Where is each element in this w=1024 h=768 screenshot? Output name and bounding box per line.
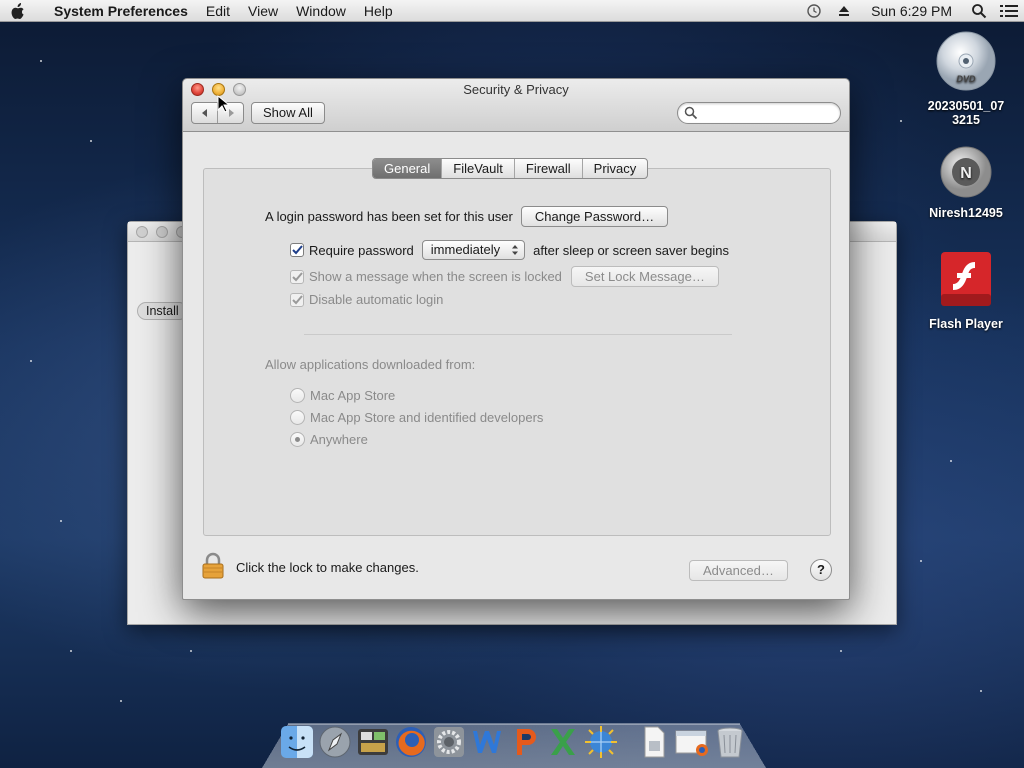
menu-app-name[interactable]: System Preferences [36, 3, 197, 19]
excel-icon[interactable] [544, 723, 581, 760]
close-icon[interactable] [136, 226, 148, 238]
desktop-icon-dvd[interactable]: DVD 20230501_07 3215 [916, 30, 1016, 127]
svg-text:N: N [960, 165, 972, 182]
window-toolbar: Security & Privacy Show All [183, 79, 849, 132]
disable-login-label: Disable automatic login [309, 292, 444, 307]
menu-window[interactable]: Window [287, 3, 355, 19]
flash-player-icon [916, 250, 1016, 313]
lock-icon[interactable] [201, 552, 225, 583]
downloads-icon[interactable] [673, 723, 710, 760]
spotlight-icon[interactable] [964, 0, 994, 22]
menu-view[interactable]: View [239, 3, 287, 19]
back-button[interactable] [192, 103, 217, 123]
radio-mac-app-store[interactable] [290, 388, 305, 403]
search-icon [684, 106, 698, 120]
general-panel: A login password has been set for this u… [203, 168, 831, 536]
require-password-label: Require password [309, 242, 414, 258]
checkmark-icon [292, 245, 303, 255]
radio-label: Mac App Store [310, 388, 396, 403]
advanced-button[interactable]: Advanced… [689, 560, 788, 581]
menu-bar: System Preferences Edit View Window Help… [0, 0, 1024, 22]
apple-menu-icon[interactable] [0, 0, 36, 22]
install-button[interactable]: Install [137, 302, 188, 320]
set-lock-message-button[interactable]: Set Lock Message… [570, 266, 719, 287]
tab-general[interactable]: General [373, 159, 442, 178]
launchpad-icon[interactable] [316, 723, 353, 760]
menu-edit[interactable]: Edit [197, 3, 239, 19]
close-button[interactable] [191, 83, 204, 96]
desktop-icon-label: Flash Player [929, 317, 1003, 331]
checkmark-icon [292, 271, 303, 281]
show-message-checkbox[interactable] [290, 269, 304, 284]
popup-arrows-icon [512, 245, 519, 255]
allow-apps-heading: Allow applications downloaded from: [265, 357, 476, 372]
tab-firewall[interactable]: Firewall [513, 159, 582, 178]
login-password-text: A login password has been set for this u… [265, 209, 513, 224]
menu-help[interactable]: Help [355, 3, 402, 19]
desktop-icon-label: Niresh12495 [929, 206, 1003, 220]
checkmark-icon [292, 294, 303, 304]
trash-icon[interactable] [711, 723, 748, 760]
network-utility-icon[interactable] [582, 723, 619, 760]
search-input[interactable] [700, 105, 832, 121]
svg-text:DVD: DVD [956, 74, 976, 84]
search-field[interactable] [677, 102, 841, 124]
tab-bar: General FileVault Firewall Privacy [372, 158, 649, 179]
radio-label: Anywhere [310, 432, 368, 447]
help-button[interactable]: ? [810, 559, 832, 581]
desktop-icon-label: 20230501_07 3215 [927, 99, 1005, 127]
require-password-checkbox[interactable] [290, 243, 304, 257]
show-all-button[interactable]: Show All [251, 102, 325, 124]
desktop-icon-disk[interactable]: N Niresh12495 [916, 145, 1016, 220]
require-password-value: immediately [430, 242, 501, 257]
section-divider [304, 334, 732, 335]
firefox-icon[interactable] [392, 723, 429, 760]
zoom-button[interactable] [233, 83, 246, 96]
disk-icon: N [916, 145, 1016, 202]
word-icon[interactable] [468, 723, 505, 760]
disable-login-checkbox[interactable] [290, 292, 304, 307]
after-sleep-text: after sleep or screen saver begins [533, 242, 729, 258]
radio-label: Mac App Store and identified developers [310, 410, 544, 425]
dashboard-icon[interactable] [354, 723, 391, 760]
radio-identified-developers[interactable] [290, 410, 305, 425]
system-preferences-icon[interactable] [430, 723, 467, 760]
dvd-icon: DVD [916, 30, 1016, 95]
documents-icon[interactable] [635, 723, 672, 760]
lock-text: Click the lock to make changes. [236, 560, 419, 575]
tab-privacy[interactable]: Privacy [581, 159, 648, 178]
minimize-icon[interactable] [156, 226, 168, 238]
show-message-label: Show a message when the screen is locked [309, 269, 562, 284]
window-title: Security & Privacy [463, 82, 569, 97]
back-arrow-icon [201, 109, 207, 117]
change-password-button[interactable]: Change Password… [520, 206, 669, 227]
dock-items [278, 720, 748, 760]
desktop-icon-flash[interactable]: Flash Player [916, 250, 1016, 331]
finder-icon[interactable] [278, 723, 315, 760]
eject-icon[interactable] [829, 0, 859, 22]
radio-anywhere[interactable] [290, 432, 305, 447]
mouse-cursor-icon [217, 95, 229, 113]
menubar-clock[interactable]: Sun 6:29 PM [859, 3, 964, 19]
require-password-popup[interactable]: immediately [421, 240, 526, 260]
notification-list-icon[interactable] [994, 0, 1024, 22]
tab-filevault[interactable]: FileVault [441, 159, 514, 178]
powerpoint-icon[interactable] [506, 723, 543, 760]
time-machine-icon[interactable] [799, 0, 829, 22]
security-privacy-window: Security & Privacy Show All General File… [182, 78, 850, 600]
